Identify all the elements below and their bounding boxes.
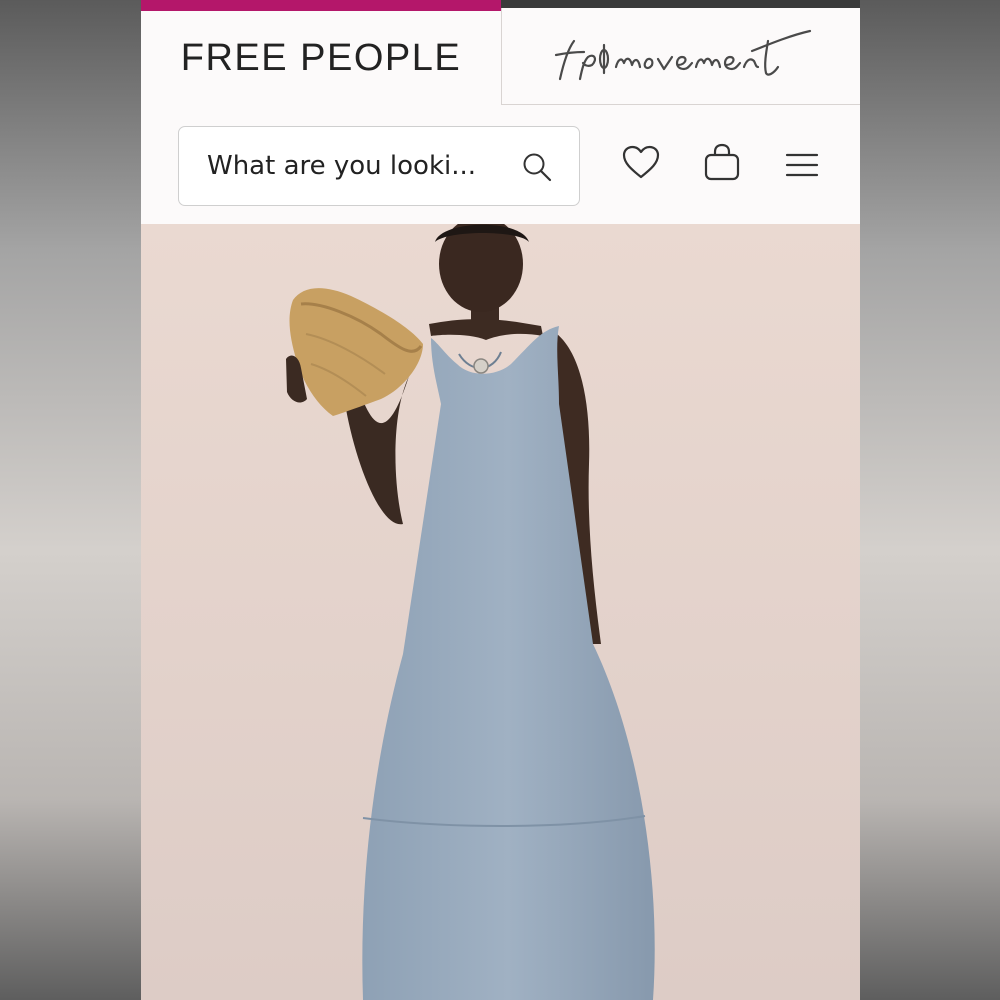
free-people-tab[interactable]: FREE PEOPLE xyxy=(141,11,501,105)
shopping-bag-icon[interactable] xyxy=(703,142,741,182)
brand-logo: FREE PEOPLE xyxy=(180,36,462,79)
search-input[interactable]: What are you looki... xyxy=(178,126,580,206)
fp-movement-tab[interactable] xyxy=(501,8,860,105)
hamburger-menu-icon[interactable] xyxy=(785,152,819,178)
product-photo[interactable] xyxy=(141,224,860,1000)
active-tab-indicator xyxy=(141,0,501,11)
search-icon[interactable] xyxy=(521,151,553,183)
fp-movement-logo xyxy=(554,29,812,81)
right-blurred-border xyxy=(860,0,1000,1000)
phone-screen: FREE PEOPLE What are you looki... xyxy=(141,0,860,1000)
left-blurred-border xyxy=(0,0,141,1000)
heart-icon[interactable] xyxy=(621,144,661,180)
pendant xyxy=(473,358,489,374)
search-placeholder: What are you looki... xyxy=(207,151,477,181)
site-header: FREE PEOPLE What are you looki... xyxy=(141,0,860,224)
